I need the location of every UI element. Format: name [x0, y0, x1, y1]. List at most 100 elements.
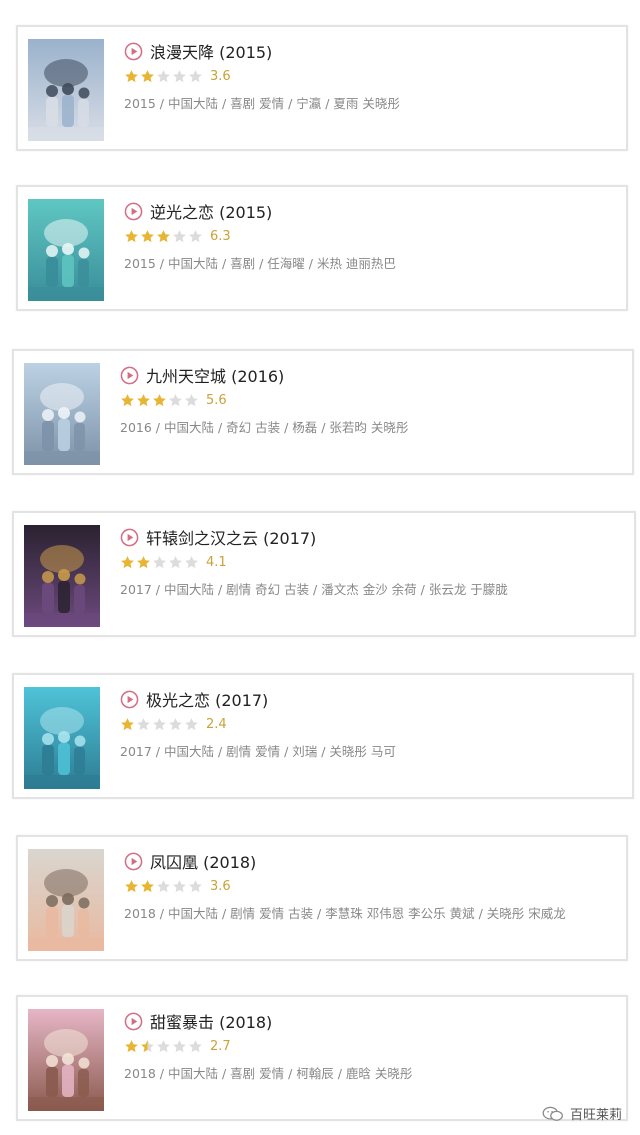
- star-filled-icon: [121, 393, 134, 406]
- movie-card[interactable]: 轩辕剑之汉之云 (2017) 4.1 2017 / 中国大陆 / 剧情 奇幻 古…: [12, 511, 636, 637]
- star-empty-icon: [153, 555, 166, 568]
- star-empty-icon: [189, 229, 202, 242]
- movie-poster[interactable]: [28, 199, 104, 301]
- poster-image: [28, 39, 104, 141]
- play-icon[interactable]: [124, 1012, 143, 1031]
- rating-row: 3.6: [124, 65, 616, 87]
- movie-poster[interactable]: [24, 363, 100, 465]
- movie-title-link[interactable]: 逆光之恋 (2015): [124, 199, 616, 223]
- wechat-icon: [542, 1106, 563, 1121]
- star-rating: [124, 69, 204, 84]
- movie-info: 甜蜜暴击 (2018) 2.7 2018 / 中国大陆 / 喜剧 爱情 / 柯翰…: [124, 1009, 616, 1085]
- movie-info: 极光之恋 (2017) 2.4 2017 / 中国大陆 / 剧情 爱情 / 刘瑞…: [120, 687, 622, 763]
- movie-meta: 2015 / 中国大陆 / 喜剧 / 任海曜 / 米热 迪丽热巴: [124, 256, 396, 271]
- star-empty-icon: [173, 229, 186, 242]
- star-empty-icon: [189, 1039, 202, 1052]
- play-icon[interactable]: [120, 528, 139, 547]
- rating-row: 6.3: [124, 225, 616, 247]
- movie-card[interactable]: 凤囚凰 (2018) 3.6 2018 / 中国大陆 / 剧情 爱情 古装 / …: [16, 835, 628, 961]
- movie-card[interactable]: 逆光之恋 (2015) 6.3 2015 / 中国大陆 / 喜剧 / 任海曜 /…: [16, 185, 628, 311]
- movie-title[interactable]: 极光之恋 (2017): [146, 687, 268, 711]
- movie-title[interactable]: 浪漫天降 (2015): [150, 39, 272, 63]
- star-empty-icon: [173, 1039, 186, 1052]
- star-empty-icon: [185, 555, 198, 568]
- movie-title-link[interactable]: 凤囚凰 (2018): [124, 849, 616, 873]
- star-empty-icon: [185, 717, 198, 730]
- movie-title-link[interactable]: 极光之恋 (2017): [120, 687, 622, 711]
- movie-meta: 2018 / 中国大陆 / 喜剧 爱情 / 柯翰辰 / 鹿晗 关晓彤: [124, 1066, 413, 1081]
- movie-poster[interactable]: [24, 525, 100, 627]
- play-icon[interactable]: [124, 202, 143, 221]
- play-icon[interactable]: [124, 852, 143, 871]
- movie-title-link[interactable]: 轩辕剑之汉之云 (2017): [120, 525, 624, 549]
- movie-info: 轩辕剑之汉之云 (2017) 4.1 2017 / 中国大陆 / 剧情 奇幻 古…: [120, 525, 624, 601]
- star-empty-icon: [189, 69, 202, 82]
- star-filled-icon: [137, 393, 150, 406]
- movie-title[interactable]: 轩辕剑之汉之云 (2017): [146, 525, 316, 549]
- star-filled-icon: [141, 879, 154, 892]
- rating-row: 3.6: [124, 875, 616, 897]
- star-rating: [124, 879, 204, 894]
- movie-meta: 2015 / 中国大陆 / 喜剧 爱情 / 宁瀛 / 夏雨 关晓彤: [124, 96, 400, 111]
- star-filled-icon: [137, 555, 150, 568]
- star-empty-icon: [157, 879, 170, 892]
- movie-poster[interactable]: [24, 687, 100, 789]
- star-rating: [124, 229, 204, 244]
- play-icon[interactable]: [120, 690, 139, 709]
- movie-title-link[interactable]: 浪漫天降 (2015): [124, 39, 616, 63]
- movie-info: 浪漫天降 (2015) 3.6 2015 / 中国大陆 / 喜剧 爱情 / 宁瀛…: [124, 39, 616, 115]
- rating-score: 2.7: [210, 1038, 231, 1054]
- star-empty-icon: [185, 393, 198, 406]
- movie-title-link[interactable]: 甜蜜暴击 (2018): [124, 1009, 616, 1033]
- movie-card[interactable]: 甜蜜暴击 (2018) 2.7 2018 / 中国大陆 / 喜剧 爱情 / 柯翰…: [16, 995, 628, 1121]
- movie-title[interactable]: 逆光之恋 (2015): [150, 199, 272, 223]
- movie-title[interactable]: 九州天空城 (2016): [146, 363, 284, 387]
- rating-row: 2.4: [120, 713, 622, 735]
- star-filled-icon: [153, 393, 166, 406]
- star-rating: [120, 717, 200, 732]
- star-filled-icon: [141, 69, 154, 82]
- star-empty-icon: [173, 879, 186, 892]
- star-filled-icon: [157, 229, 170, 242]
- star-empty-icon: [137, 717, 150, 730]
- star-empty-icon: [169, 555, 182, 568]
- rating-score: 4.1: [206, 554, 227, 570]
- rating-score: 3.6: [210, 68, 231, 84]
- poster-image: [28, 849, 104, 951]
- play-icon[interactable]: [120, 366, 139, 385]
- movie-meta: 2017 / 中国大陆 / 剧情 奇幻 古装 / 潘文杰 金沙 余荷 / 张云龙…: [120, 582, 508, 597]
- watermark-text: 百旺莱莉: [569, 1108, 622, 1123]
- rating-score: 2.4: [206, 716, 227, 732]
- movie-info: 逆光之恋 (2015) 6.3 2015 / 中国大陆 / 喜剧 / 任海曜 /…: [124, 199, 616, 275]
- movie-title[interactable]: 凤囚凰 (2018): [150, 849, 256, 873]
- poster-image: [28, 1009, 104, 1111]
- rating-row: 2.7: [124, 1035, 616, 1057]
- star-rating: [120, 555, 200, 570]
- rating-score: 5.6: [206, 392, 227, 408]
- movie-meta: 2017 / 中国大陆 / 剧情 爱情 / 刘瑞 / 关晓彤 马可: [120, 744, 396, 759]
- star-half-icon: [141, 1039, 154, 1052]
- movie-meta: 2016 / 中国大陆 / 奇幻 古装 / 杨磊 / 张若昀 关晓彤: [120, 420, 409, 435]
- movie-title[interactable]: 甜蜜暴击 (2018): [150, 1009, 272, 1033]
- play-icon[interactable]: [124, 42, 143, 61]
- poster-image: [24, 687, 100, 789]
- movie-title-link[interactable]: 九州天空城 (2016): [120, 363, 622, 387]
- movie-card[interactable]: 九州天空城 (2016) 5.6 2016 / 中国大陆 / 奇幻 古装 / 杨…: [12, 349, 634, 475]
- movie-poster[interactable]: [28, 1009, 104, 1111]
- rating-row: 4.1: [120, 551, 624, 573]
- star-empty-icon: [189, 879, 202, 892]
- star-empty-icon: [173, 69, 186, 82]
- star-filled-icon: [125, 1039, 138, 1052]
- movie-card[interactable]: 浪漫天降 (2015) 3.6 2015 / 中国大陆 / 喜剧 爱情 / 宁瀛…: [16, 25, 628, 151]
- movie-info: 九州天空城 (2016) 5.6 2016 / 中国大陆 / 奇幻 古装 / 杨…: [120, 363, 622, 439]
- poster-image: [28, 199, 104, 301]
- star-empty-icon: [157, 69, 170, 82]
- star-filled-icon: [125, 879, 138, 892]
- movie-card[interactable]: 极光之恋 (2017) 2.4 2017 / 中国大陆 / 剧情 爱情 / 刘瑞…: [12, 673, 634, 799]
- star-rating: [124, 1039, 204, 1054]
- movie-poster[interactable]: [28, 39, 104, 141]
- star-filled-icon: [125, 229, 138, 242]
- star-filled-icon: [121, 555, 134, 568]
- movie-poster[interactable]: [28, 849, 104, 951]
- star-empty-icon: [157, 1039, 170, 1052]
